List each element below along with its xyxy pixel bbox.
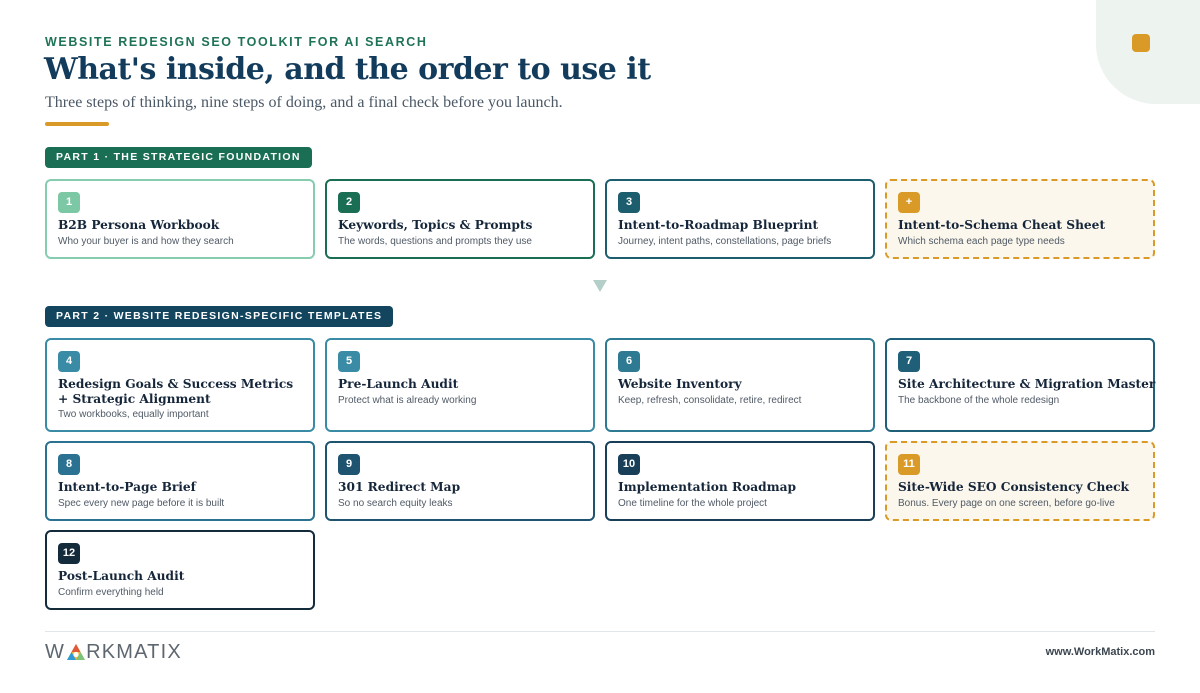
- down-arrow-icon: [593, 280, 607, 292]
- accent-rule: [45, 122, 109, 126]
- card-redesign-goals[interactable]: 4 Redesign Goals & Success Metrics + Str…: [45, 338, 315, 432]
- card-persona-workbook[interactable]: 1 B2B Persona Workbook Who your buyer is…: [45, 179, 315, 259]
- logo-text-right: RKMATIX: [86, 640, 182, 663]
- card-title: 301 Redirect Map: [338, 480, 461, 494]
- card-intent-roadmap-blueprint[interactable]: 3 Intent-to-Roadmap Blueprint Journey, i…: [605, 179, 875, 259]
- card-title: B2B Persona Workbook: [58, 218, 220, 232]
- website-url[interactable]: www.WorkMatix.com: [1046, 646, 1155, 658]
- step-number-badge: 3: [618, 192, 640, 213]
- card-title: Intent-to-Schema Cheat Sheet: [898, 218, 1106, 232]
- card-title: Implementation Roadmap: [618, 480, 797, 494]
- card-post-launch-audit[interactable]: 12 Post-Launch Audit Confirm everything …: [45, 530, 315, 610]
- card-description: Bonus. Every page on one screen, before …: [898, 497, 1115, 509]
- corner-decoration: [1096, 0, 1200, 104]
- card-keywords-topics-prompts[interactable]: 2 Keywords, Topics & Prompts The words, …: [325, 179, 595, 259]
- page-subtitle: Three steps of thinking, nine steps of d…: [45, 94, 563, 111]
- card-title: Site-Wide SEO Consistency Check: [898, 480, 1129, 494]
- part-2-label: PART 2 · WEBSITE REDESIGN-SPECIFIC TEMPL…: [45, 306, 394, 327]
- card-title-line-2: + Strategic Alignment: [58, 391, 211, 406]
- logo-triangle-icon: [67, 644, 86, 660]
- step-number-badge: 4: [58, 351, 80, 372]
- card-schema-cheat-sheet[interactable]: + Intent-to-Schema Cheat Sheet Which sch…: [885, 179, 1155, 259]
- card-title: Website Inventory: [618, 377, 742, 391]
- step-number-badge: 7: [898, 351, 920, 372]
- footer-divider: [45, 631, 1155, 632]
- card-description: Confirm everything held: [58, 586, 164, 598]
- card-description: Two workbooks, equally important: [58, 409, 209, 420]
- card-seo-consistency-check[interactable]: 11 Site-Wide SEO Consistency Check Bonus…: [885, 441, 1155, 521]
- step-number-badge: 9: [338, 454, 360, 475]
- card-title: Post-Launch Audit: [58, 569, 185, 583]
- card-description: So no search equity leaks: [338, 497, 453, 509]
- step-number-badge: 10: [618, 454, 640, 475]
- eyebrow-label: WEBSITE REDESIGN SEO TOOLKIT FOR AI SEAR…: [45, 35, 428, 49]
- card-description: Journey, intent paths, constellations, p…: [618, 235, 832, 247]
- page-title: What's inside, and the order to use it: [44, 52, 651, 87]
- card-title: Site Architecture & Migration Master: [898, 377, 1156, 391]
- card-website-inventory[interactable]: 6 Website Inventory Keep, refresh, conso…: [605, 338, 875, 432]
- card-title: Intent-to-Page Brief: [58, 480, 196, 494]
- workmatix-logo: W RKMATIX: [45, 641, 182, 663]
- step-number-badge: 11: [898, 454, 920, 475]
- step-number-badge: 2: [338, 192, 360, 213]
- card-description: One timeline for the whole project: [618, 497, 767, 509]
- logo-text-left: W: [45, 640, 66, 663]
- card-description: Spec every new page before it is built: [58, 497, 225, 509]
- step-number-badge: 5: [338, 351, 360, 372]
- step-number-badge: +: [898, 192, 920, 213]
- card-description: The backbone of the whole redesign: [898, 394, 1060, 406]
- step-number-badge: 6: [618, 351, 640, 372]
- step-number-badge: 8: [58, 454, 80, 475]
- corner-accent-square: [1132, 34, 1150, 52]
- step-number-badge: 1: [58, 192, 80, 213]
- part-1-label: PART 1 · THE STRATEGIC FOUNDATION: [45, 147, 312, 168]
- card-title: Keywords, Topics & Prompts: [338, 218, 533, 232]
- card-description: The words, questions and prompts they us…: [338, 235, 532, 247]
- step-number-badge: 12: [58, 543, 80, 564]
- card-intent-to-page-brief[interactable]: 8 Intent-to-Page Brief Spec every new pa…: [45, 441, 315, 521]
- card-pre-launch-audit[interactable]: 5 Pre-Launch Audit Protect what is alrea…: [325, 338, 595, 432]
- card-title: Redesign Goals & Success Metrics: [58, 377, 294, 391]
- card-site-architecture[interactable]: 7 Site Architecture & Migration Master T…: [885, 338, 1155, 432]
- card-description: Protect what is already working: [338, 394, 477, 406]
- card-description: Who your buyer is and how they search: [58, 235, 234, 247]
- card-redirect-map[interactable]: 9 301 Redirect Map So no search equity l…: [325, 441, 595, 521]
- card-title: Intent-to-Roadmap Blueprint: [618, 218, 819, 232]
- card-description: Keep, refresh, consolidate, retire, redi…: [618, 394, 802, 406]
- card-title: Pre-Launch Audit: [338, 377, 459, 391]
- card-description: Which schema each page type needs: [898, 235, 1065, 247]
- card-implementation-roadmap[interactable]: 10 Implementation Roadmap One timeline f…: [605, 441, 875, 521]
